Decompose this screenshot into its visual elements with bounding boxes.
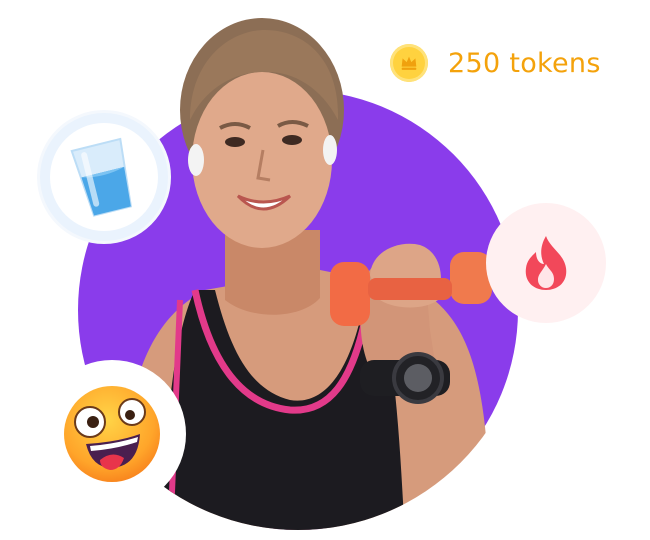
crazy-face-emoji-icon [64,386,160,482]
token-balance-label: 250 tokens [448,47,601,79]
fire-icon [525,236,567,290]
token-balance: 250 tokens [390,44,601,82]
water-glass-icon [70,137,133,217]
promo-illustration: 250 tokens [0,0,650,540]
emoji-bubble [38,360,186,508]
fire-bubble [486,203,606,323]
coin-crown-icon [390,44,428,82]
water-bubble [40,113,168,241]
